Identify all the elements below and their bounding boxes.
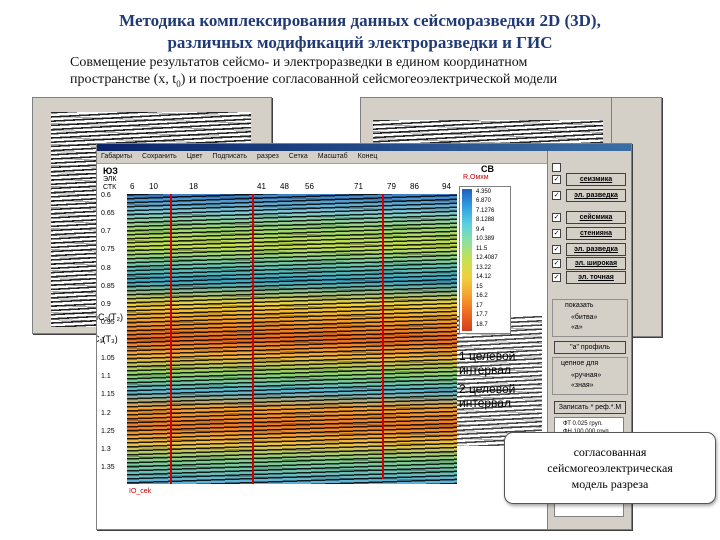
menu-item-gabarity[interactable]: Габариты [101, 153, 132, 160]
layer-button-wide[interactable]: эл. широкая [566, 257, 626, 270]
title-line-2: различных модификаций электроразведки и … [167, 33, 553, 52]
title-line-1: Методика комплексирования данных сейсмор… [119, 11, 601, 30]
direction-label-sw: ЮЗ [103, 166, 118, 176]
menu-item-section[interactable]: разрез [257, 153, 279, 160]
time-tick-label: 1.1 [101, 373, 111, 381]
layer-button-elr[interactable]: эл. разведка [566, 189, 626, 202]
trace-number: 56 [305, 182, 314, 191]
legend-title: R,Омхм [463, 174, 489, 181]
legend-value: 8.1288 [476, 217, 495, 224]
display-group-title: показать [565, 302, 594, 309]
trace-number: 86 [410, 182, 419, 191]
main-window-titlebar[interactable] [97, 144, 631, 151]
target-interval-2-label: 2 целевой интервал [459, 382, 516, 410]
layer-button-seismic[interactable]: сеизмика [566, 173, 626, 186]
seismogeoelectric-section[interactable] [127, 194, 457, 484]
layer-button-seismic-2[interactable]: сейсмика [566, 211, 626, 224]
time-tick-label: 0.75 [101, 246, 115, 254]
layer-button-stenyana[interactable]: стенияна [566, 227, 626, 240]
row-label-stk: СТК [103, 184, 117, 191]
well-line [170, 194, 172, 484]
save-button[interactable]: Записать * реф.*.М [554, 401, 626, 414]
legend-value: 12.4087 [476, 255, 498, 262]
legend-value: 9.4 [476, 226, 485, 233]
legend-value: 7.1276 [476, 207, 495, 214]
tool-group: цепное для «ручная» «зная» [552, 357, 628, 395]
tool-option-1[interactable]: «ручная» [571, 372, 601, 379]
time-tick-label: 1.15 [101, 391, 115, 399]
legend-values: 4.350 6.870 7.1276 8.1288 9.4 10.389 11.5 12.40… [474, 187, 510, 333]
checkbox[interactable] [552, 163, 561, 172]
legend-value: 11.5 [476, 245, 488, 252]
legend-value: 13.22 [476, 264, 492, 271]
menu-item-scale[interactable]: Масштаб [318, 153, 348, 160]
row-label-elk: ЭЛК [103, 176, 117, 183]
trace-number: 18 [189, 182, 198, 191]
time-tick-label: 0.9 [101, 300, 111, 308]
radio-option-1[interactable]: «битва» [571, 314, 597, 321]
checkbox[interactable]: ✓ [552, 213, 561, 222]
time-tick-label: 0.6 [101, 192, 111, 199]
time-tick-label: 0.7 [101, 228, 111, 236]
section-footer-label: IO_cek [129, 488, 152, 495]
legend-value: 4.350 [476, 189, 492, 195]
target-interval-1-label: 1 целевой интервал [459, 349, 516, 377]
legend-value: 17 [476, 302, 483, 309]
time-tick-label: 0.85 [101, 282, 115, 290]
subtitle-line-1: Совмещение результатов сейсмо- и электро… [70, 55, 528, 70]
menu-item-sign[interactable]: Подписать [212, 153, 247, 160]
horizon-label-nc2: nC₂(T₂) [97, 312, 123, 322]
trace-number: 94 [442, 182, 451, 191]
trace-number: 41 [257, 182, 266, 191]
display-group: показать «битва» «а» [552, 299, 628, 337]
well-line [252, 194, 254, 484]
checkbox[interactable]: ✓ [552, 191, 561, 200]
tool-option-2[interactable]: «зная» [571, 382, 594, 389]
tool-group-title: цепное для [561, 360, 599, 367]
time-tick-label: 1.05 [101, 355, 115, 363]
time-tick-label: 1.25 [101, 427, 115, 435]
layer-button-precise[interactable]: эл. точная [566, 271, 626, 284]
menu-item-end[interactable]: Конец [358, 153, 378, 160]
time-tick-label: 0.8 [101, 264, 111, 272]
trace-number: 10 [149, 182, 158, 191]
slide-subtitle: Совмещение результатов сейсмо- и электро… [70, 54, 700, 93]
legend-value: 16.2 [476, 293, 488, 300]
trace-number: 79 [387, 182, 396, 191]
horizon-label-c1: C₁(T₃) [97, 334, 118, 344]
right-seismic-strip [457, 316, 542, 446]
time-tick-label: 1.35 [101, 463, 115, 471]
legend-value: 6.870 [476, 198, 492, 205]
legend-color-bar [462, 189, 472, 331]
menu-item-grid[interactable]: Сетка [289, 153, 308, 160]
checkbox[interactable]: ✓ [552, 273, 561, 282]
trace-number: 6 [130, 182, 135, 191]
direction-label-ne: СВ [481, 164, 494, 174]
legend-value: 10.389 [476, 236, 495, 243]
slide-title: Методика комплексирования данных сейсмор… [0, 10, 720, 54]
profile-button[interactable]: "а" профиль [554, 341, 626, 354]
layer-button-elr-2[interactable]: эл. разведка [566, 243, 626, 256]
legend-value: 14.12 [476, 274, 492, 281]
checkbox[interactable]: ✓ [552, 259, 561, 268]
menu-item-save[interactable]: Сохранить [142, 153, 177, 160]
time-tick-label: 1.3 [101, 445, 111, 453]
time-tick-label: 1.2 [101, 409, 111, 417]
model-callout: согласованная сейсмогеоэлектрическая мод… [504, 432, 716, 504]
legend-value: 18.7 [476, 321, 488, 328]
radio-option-2[interactable]: «а» [571, 324, 583, 331]
trace-number: 71 [354, 182, 363, 191]
trace-number: 48 [280, 182, 289, 191]
well-line [382, 194, 384, 479]
menu-item-color[interactable]: Цвет [187, 153, 203, 160]
checkbox[interactable]: ✓ [552, 175, 561, 184]
time-tick-label: 0.65 [101, 210, 115, 218]
checkbox[interactable]: ✓ [552, 245, 561, 254]
legend-value: 17.7 [476, 312, 488, 319]
resistivity-legend: 4.350 6.870 7.1276 8.1288 9.4 10.389 11.5 12.40… [459, 186, 511, 334]
subtitle-line-2: пространстве (x, t0) и построение соглас… [70, 72, 558, 89]
checkbox[interactable]: ✓ [552, 229, 561, 238]
legend-value: 15 [476, 283, 483, 290]
